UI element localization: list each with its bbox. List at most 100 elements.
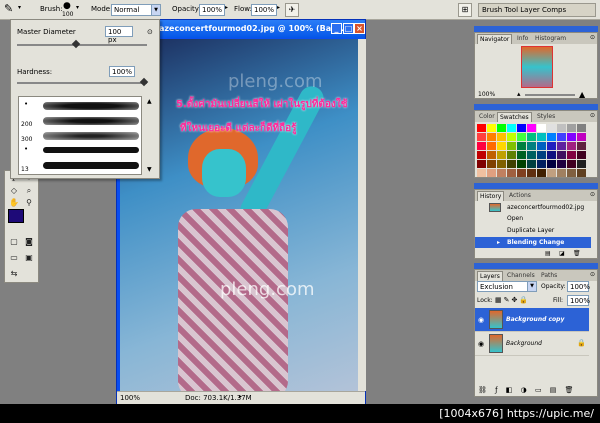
layer-opacity-input[interactable]: 100% [567,281,590,292]
master-diameter-slider[interactable] [17,44,147,46]
status-menu-arrow-icon[interactable]: ▸ [239,393,242,400]
color-swatch[interactable] [577,160,586,168]
color-swatch[interactable] [577,124,586,132]
color-swatch[interactable] [507,133,516,141]
panel-menu-icon[interactable]: ⊙ [590,34,595,41]
color-swatch[interactable] [477,124,486,132]
hardness-input[interactable]: 100% [109,66,135,77]
color-swatch[interactable] [497,169,506,177]
color-swatch[interactable] [557,160,566,168]
close-icon[interactable]: × [354,23,365,34]
hardness-thumb[interactable] [140,77,149,87]
maximize-icon[interactable]: □ [343,23,354,34]
panel-menu-icon[interactable]: ⊙ [590,112,595,119]
color-swatch[interactable] [527,133,536,141]
eye-icon[interactable]: ◉ [478,316,484,324]
brush-preset-item[interactable]: 13 [19,159,143,174]
full-screen-icon[interactable]: ▣ [23,253,35,263]
navigator-zoom[interactable]: 100% [478,91,495,98]
color-swatch[interactable] [477,160,486,168]
color-swatch[interactable] [507,169,516,177]
list-scroll-down-icon[interactable]: ▼ [147,166,152,173]
color-swatch[interactable] [557,169,566,177]
brush-preset-item[interactable]: 300 [19,129,143,144]
color-swatch[interactable] [497,142,506,150]
navigator-thumbnail[interactable] [521,46,553,88]
color-swatch[interactable] [517,124,526,132]
master-diameter-thumb[interactable] [71,39,80,49]
color-swatch[interactable] [517,160,526,168]
color-swatch[interactable] [537,160,546,168]
color-swatch[interactable] [527,142,536,150]
picker-menu-icon[interactable]: ⊙ [147,28,153,36]
color-swatch[interactable] [537,133,546,141]
color-swatch[interactable] [577,142,586,150]
color-swatch[interactable] [527,124,536,132]
color-swatch[interactable] [487,151,496,159]
go-to-bridge-icon[interactable]: ⊞ [458,3,472,17]
color-swatch[interactable] [477,142,486,150]
color-swatch[interactable] [507,142,516,150]
color-swatch[interactable] [547,169,556,177]
tab-swatches[interactable]: Swatches [497,112,532,122]
color-swatch[interactable] [547,133,556,141]
history-item[interactable]: Duplicate Layer [475,225,591,236]
tab-color[interactable]: Color [477,112,497,122]
layer-item[interactable]: ◉ Background 🔒 [475,332,589,356]
color-swatch[interactable] [567,160,576,168]
mode-select[interactable]: Normal ▼ [111,4,161,16]
history-snapshot[interactable]: azeconcertfourmod02.jpg [475,202,591,213]
well-tab-layer-comps[interactable]: Layer Comps [520,6,566,14]
well-tab-tool[interactable]: Tool [504,6,518,14]
color-swatch[interactable] [547,151,556,159]
color-swatch[interactable] [577,151,586,159]
color-swatch[interactable] [507,151,516,159]
opacity-arrow-icon[interactable]: ▸ [225,4,228,11]
foreground-color-swatch[interactable] [8,209,24,223]
color-swatch[interactable] [537,124,546,132]
tab-histogram[interactable]: Histogram [533,34,568,44]
color-swatch[interactable] [527,151,536,159]
tab-layers[interactable]: Layers [477,271,503,281]
history-item[interactable]: Open [475,213,591,224]
color-swatch[interactable] [547,124,556,132]
color-swatch[interactable] [547,142,556,150]
flow-arrow-icon[interactable]: ▸ [277,4,280,11]
color-swatch[interactable] [477,133,486,141]
color-swatch[interactable] [527,169,536,177]
new-document-icon[interactable]: ▤ [545,250,551,257]
zoom-level[interactable]: 100% [120,394,140,402]
zoom-in-icon[interactable]: ▲ [579,90,585,99]
jump-to-imageready-icon[interactable]: ⇆ [8,269,20,279]
brush-preset-item[interactable]: • [19,144,143,159]
lock-options-icon[interactable]: ▦✎✥🔒 [495,296,530,304]
color-swatch[interactable] [577,169,586,177]
layer-item-selected[interactable]: ◉ Background copy [475,308,589,332]
color-swatch[interactable] [507,160,516,168]
hardness-slider[interactable] [17,82,147,84]
color-swatch[interactable] [497,151,506,159]
vertical-scrollbar[interactable] [358,39,366,391]
brush-preset-item[interactable]: 200 [19,114,143,129]
color-swatch[interactable] [507,124,516,132]
panel-menu-icon[interactable]: ⊙ [590,271,595,278]
brush-preset-item[interactable]: • [19,99,143,114]
tab-styles[interactable]: Styles [535,112,557,122]
color-swatch[interactable] [477,169,486,177]
color-swatch[interactable] [567,133,576,141]
screen-mode-icon[interactable]: ▭ [8,253,20,263]
color-swatch[interactable] [557,142,566,150]
eye-icon[interactable]: ◉ [478,340,484,348]
color-swatch[interactable] [547,160,556,168]
color-swatch[interactable] [537,142,546,150]
color-swatch[interactable] [517,133,526,141]
minimize-icon[interactable]: _ [331,23,342,34]
tab-channels[interactable]: Channels [505,271,537,281]
color-swatch[interactable] [567,169,576,177]
shape-icon[interactable]: ◇ [8,186,20,196]
color-swatch[interactable] [487,160,496,168]
color-swatch[interactable] [557,151,566,159]
list-scroll-up-icon[interactable]: ▲ [147,98,152,105]
layer-actions-icons[interactable]: ⛓ ƒ ◧ ◑ ▭ ▤ 🗑 [478,386,577,394]
color-swatch[interactable] [477,151,486,159]
